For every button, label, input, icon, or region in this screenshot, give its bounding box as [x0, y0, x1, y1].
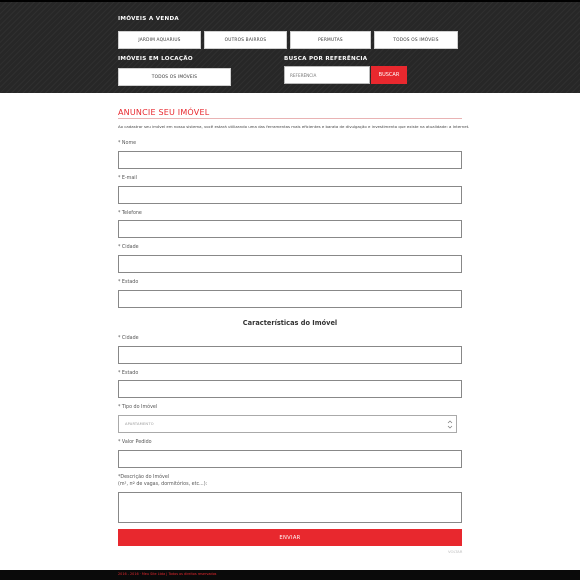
footer-copyright: 2016 - 2016 · Meu Site Ltda | Todos os d… [118, 572, 217, 576]
outros-bairros-button[interactable]: OUTROS BAIRROS [204, 31, 287, 49]
characteristics-heading: Características do Imóvel [242, 319, 338, 327]
search-button[interactable]: BUSCAR [371, 66, 407, 84]
email-label: * E-mail [118, 176, 137, 181]
city-field[interactable] [118, 255, 462, 273]
reference-search-title: BUSCA POR REFERÊNCIA [284, 56, 368, 62]
rent-section-title: IMÓVEIS EM LOCAÇÃO [118, 56, 193, 62]
city-label: * Cidade [118, 245, 139, 250]
permutas-button[interactable]: PERMUTAS [290, 31, 371, 49]
select-arrows-icon [447, 420, 453, 429]
sale-section-title: IMÓVEIS A VENDA [118, 16, 180, 22]
price-label: * Valor Pedido [118, 440, 152, 445]
description-label: *Descrição do Imóvel [118, 475, 170, 480]
intro-text: Ao cadastrar seu imóvel em nosso sistema… [118, 124, 470, 129]
property-state-field[interactable] [118, 380, 462, 398]
todos-imoveis-sale-button[interactable]: TODOS OS IMÓVEIS [374, 31, 458, 49]
state-label: * Estado [118, 280, 139, 285]
jardim-aquarius-button[interactable]: JARDIM AQUARIUS [118, 31, 201, 49]
phone-label: * Telefone [118, 211, 142, 216]
email-field[interactable] [118, 186, 462, 204]
name-label: * Nome [118, 141, 137, 146]
property-city-field[interactable] [118, 346, 462, 364]
property-state-label: * Estado [118, 371, 139, 376]
name-field[interactable] [118, 151, 462, 169]
description-textarea[interactable] [118, 492, 462, 523]
reference-input[interactable] [284, 66, 370, 84]
todos-imoveis-rent-button[interactable]: TODOS OS IMÓVEIS [118, 68, 231, 86]
property-city-label: * Cidade [118, 336, 139, 341]
state-field[interactable] [118, 290, 462, 308]
description-hint: (m², nº de vagas, dormitórios, etc...): [118, 482, 208, 487]
price-field[interactable] [118, 450, 462, 468]
page-title: ANUNCIE SEU IMÓVEL [118, 108, 210, 117]
back-link[interactable]: VOLTAR [448, 549, 462, 554]
phone-field[interactable] [118, 220, 462, 238]
footer-bar: 2016 - 2016 · Meu Site Ltda | Todos os d… [0, 570, 580, 580]
property-type-value: APARTAMENTO [125, 422, 154, 426]
property-type-label: * Tipo do Imóvel [118, 405, 158, 410]
submit-button[interactable]: ENVIAR [118, 529, 462, 546]
title-divider [118, 118, 462, 119]
property-type-select[interactable]: APARTAMENTO [118, 415, 457, 433]
